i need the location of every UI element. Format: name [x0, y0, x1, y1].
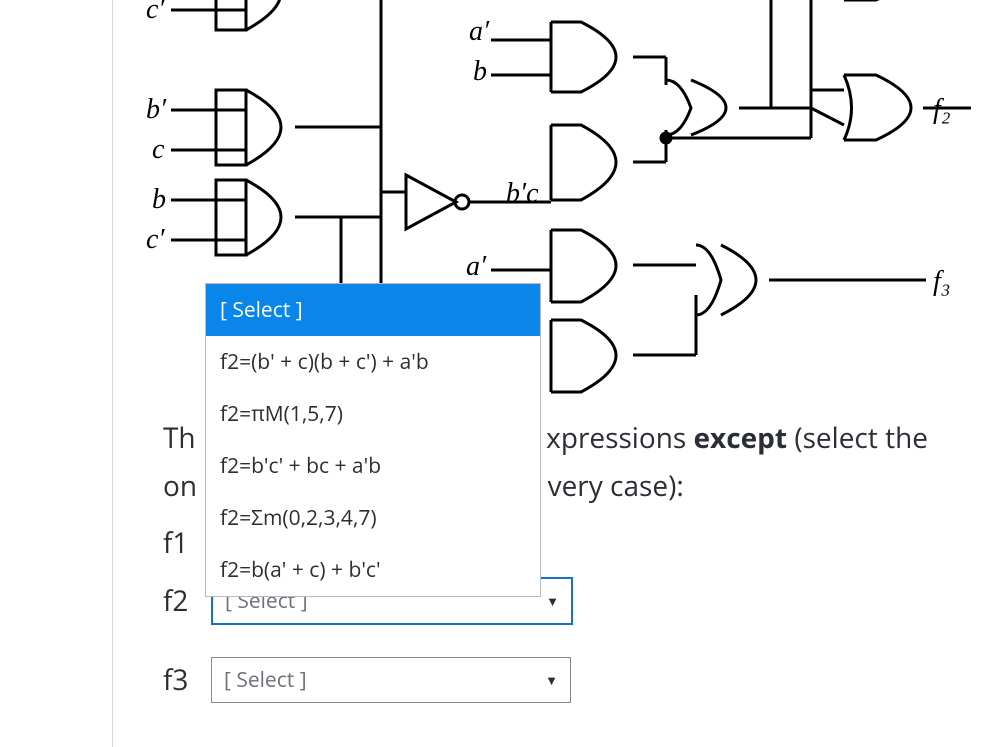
prompt-frag-5: very case): — [548, 467, 684, 505]
chevron-down-icon: ▼ — [545, 671, 558, 689]
label-c: c — [152, 134, 165, 165]
label-c-prime: c′ — [146, 224, 165, 255]
row-f1: f1 — [163, 524, 197, 562]
label-b-top: b — [473, 56, 487, 87]
dropdown-option[interactable]: f2=b'c' + bc + a'b — [206, 440, 540, 492]
dropdown-option[interactable]: f2=πM(1,5,7) — [206, 388, 540, 440]
select-f3[interactable]: [ Select ] ▼ — [211, 657, 571, 703]
label-f3-out: f₃ — [933, 266, 951, 297]
label-f2-out: f₂ — [933, 94, 951, 125]
page: c′ b′ c b c′ a′ b b′c a′ f₁ f₂ f₃ Th xpr… — [0, 0, 988, 747]
prompt-bold: except — [694, 419, 788, 457]
prompt-frag-4: on — [163, 467, 197, 505]
row-label-f1: f1 — [163, 524, 197, 562]
label-a-prime: a′ — [469, 16, 490, 47]
label-c-prime-top: c′ — [146, 0, 165, 25]
label-b-prime: b′ — [146, 94, 167, 125]
row-label-f2: f2 — [163, 582, 197, 620]
dropdown-option[interactable]: [ Select ] — [206, 284, 540, 336]
prompt-frag-3: (select the — [787, 419, 928, 457]
label-bc-prime: b′c — [506, 178, 539, 209]
select-dropdown-open[interactable]: [ Select ] f2=(b' + c)(b + c') + a'b f2=… — [205, 283, 541, 597]
label-b: b — [152, 184, 166, 215]
label-a-prime2: a′ — [466, 251, 487, 282]
dropdown-option[interactable]: f2=Σm(0,2,3,4,7) — [206, 492, 540, 544]
chevron-down-icon: ▼ — [546, 592, 559, 610]
prompt-frag-1: Th — [163, 419, 196, 457]
dropdown-option[interactable]: f2=b(a' + c) + b'c' — [206, 544, 540, 596]
prompt-frag-2: xpressions — [546, 419, 693, 457]
select-f3-placeholder: [ Select ] — [224, 666, 307, 694]
row-label-f3: f3 — [163, 661, 197, 699]
dropdown-option[interactable]: f2=(b' + c)(b + c') + a'b — [206, 336, 540, 388]
row-f3: f3 [ Select ] ▼ — [163, 657, 571, 703]
